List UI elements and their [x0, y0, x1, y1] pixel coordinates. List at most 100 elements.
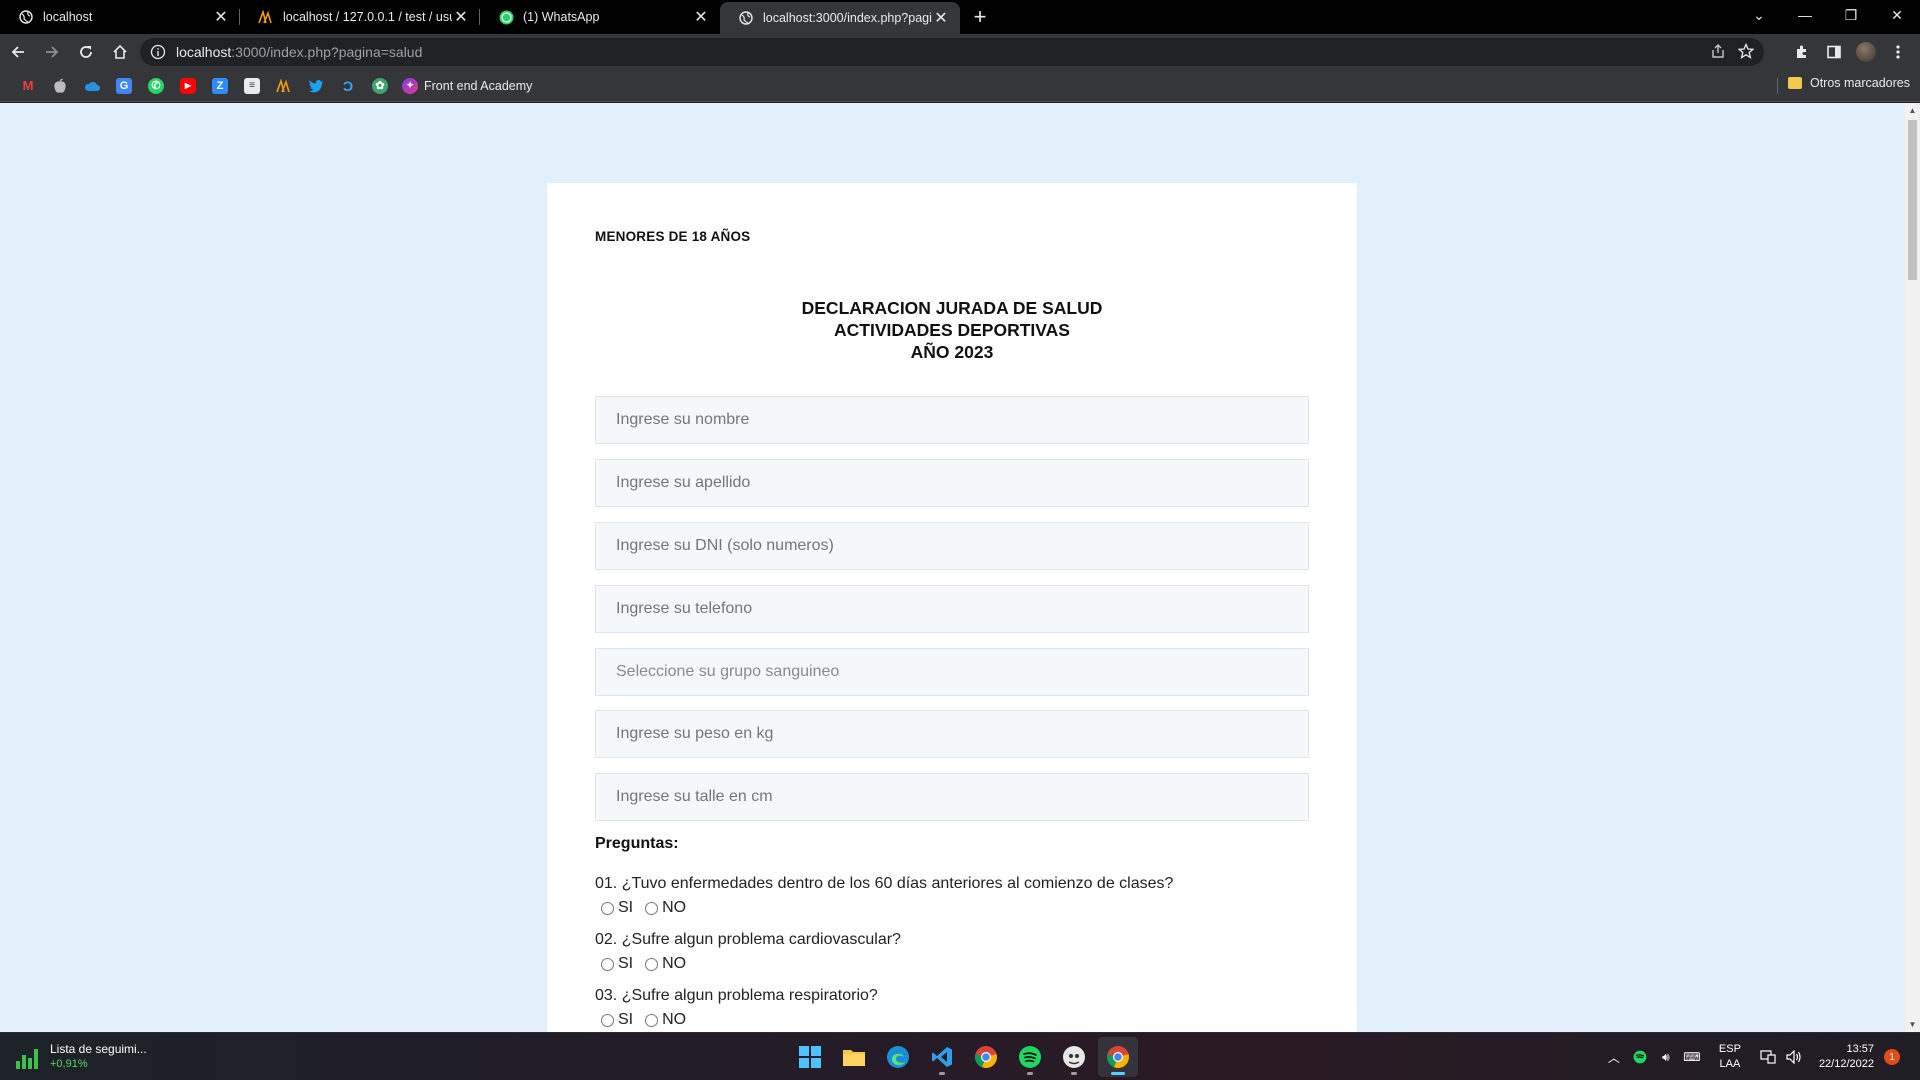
reload-button[interactable] [70, 36, 102, 68]
other-bookmarks[interactable]: Otros marcadores [1787, 76, 1910, 90]
clock-date: 22/12/2022 [1818, 1058, 1874, 1070]
minimize-button[interactable]: — [1782, 0, 1828, 30]
tab-phpmyadmin[interactable]: localhost / 127.0.0.1 / test / usuarios … [240, 0, 480, 34]
cloud-icon [84, 78, 100, 94]
tab-whatsapp[interactable]: (1) WhatsApp ✕ [480, 0, 720, 34]
z-icon: Z [212, 77, 228, 94]
window-controls: ⌄ — ❐ ✕ [1736, 0, 1920, 30]
question-02: 02. ¿Sufre algun problema cardiovascular… [595, 931, 901, 975]
menu-icon[interactable] [1882, 36, 1914, 68]
tab-salud[interactable]: localhost:3000/index.php?pagina=salud ✕ [720, 2, 960, 34]
taskbar-vscode[interactable] [922, 1037, 962, 1077]
radio-si[interactable] [601, 1013, 614, 1027]
home-button[interactable] [104, 36, 136, 68]
radio-no[interactable] [645, 1013, 659, 1027]
taskbar-chrome[interactable] [966, 1037, 1006, 1077]
radio-label-no: NO [662, 955, 687, 972]
bookmark-whatsapp[interactable]: ✆ [140, 72, 172, 100]
address-bar[interactable]: localhost:3000/index.php?pagina=salud [140, 38, 1764, 66]
bookmark-docs[interactable]: ≡ [236, 72, 268, 100]
close-icon[interactable]: ✕ [212, 8, 230, 26]
tab-localhost[interactable]: localhost ✕ [0, 0, 240, 34]
radio-label-si: SI [618, 899, 634, 916]
taskbar-apps [790, 1037, 1138, 1077]
radio-no[interactable] [645, 957, 659, 971]
telefono-input[interactable]: Ingrese su telefono [595, 585, 1309, 633]
leaf-globe-icon: ✿ [372, 77, 388, 94]
phpmyadmin-icon [258, 9, 274, 25]
page-subtitle: MENORES DE 18 AÑOS [595, 229, 751, 244]
form-card: MENORES DE 18 AÑOS DECLARACION JURADA DE… [547, 183, 1357, 1032]
taskbar-spotify[interactable] [1010, 1037, 1050, 1077]
taskbar-file-explorer[interactable] [834, 1037, 874, 1077]
browser-toolbar: localhost:3000/index.php?pagina=salud [0, 34, 1920, 70]
scroll-up-arrow-icon[interactable]: ▲ [1905, 103, 1920, 118]
radio-si[interactable] [601, 901, 614, 915]
radio-si[interactable] [601, 957, 614, 971]
share-icon[interactable] [1710, 43, 1726, 64]
bookmark-front-end-academy[interactable]: ✦ Front end Academy [396, 77, 538, 94]
chevron-up-icon[interactable]: ︿ [1603, 1049, 1625, 1066]
nombre-input[interactable]: Ingrese su nombre [595, 396, 1309, 444]
restore-button[interactable]: ❐ [1828, 0, 1874, 30]
bookmark-twitter[interactable] [300, 72, 332, 100]
globe-icon [738, 10, 754, 26]
scrollbar-thumb[interactable] [1908, 120, 1917, 280]
spotify-tray-icon[interactable] [1629, 1050, 1651, 1064]
bookmark-zoom[interactable]: Z [204, 72, 236, 100]
radio-label-no: NO [662, 899, 687, 916]
close-icon[interactable]: ✕ [692, 8, 710, 26]
stocks-widget[interactable]: Lista de seguimi... +0,91% [16, 1041, 147, 1072]
bookmark-d[interactable]: Ɔ [332, 72, 364, 100]
grupo-sanguineo-select[interactable]: Seleccione su grupo sanguineo [595, 648, 1309, 696]
network-icon[interactable] [1757, 1050, 1779, 1064]
volume-icon[interactable] [1783, 1050, 1805, 1064]
bookmark-star-icon[interactable] [1737, 42, 1755, 64]
bookmark-translate[interactable]: G [108, 72, 140, 100]
bookmark-onedrive[interactable] [76, 72, 108, 100]
back-button[interactable] [2, 36, 34, 68]
taskbar-chrome-active[interactable] [1098, 1037, 1138, 1077]
page-scrollbar[interactable]: ▲ ▼ [1905, 103, 1920, 1032]
apellido-input[interactable]: Ingrese su apellido [595, 459, 1309, 507]
side-panel-icon[interactable] [1818, 36, 1850, 68]
close-icon[interactable]: ✕ [452, 8, 470, 26]
bookmark-phpmyadmin[interactable] [268, 72, 300, 100]
extensions-icon[interactable] [1786, 36, 1818, 68]
language-indicator[interactable]: ESP LAA [1719, 1042, 1741, 1072]
bookmark-apple[interactable] [44, 72, 76, 100]
clock[interactable]: 13:57 22/12/2022 [1819, 1042, 1874, 1072]
radio-no[interactable] [645, 901, 659, 915]
bookmark-gmail[interactable]: M [12, 72, 44, 100]
gmail-icon: M [22, 78, 34, 93]
chrome-icon [1107, 1046, 1129, 1069]
bookmark-globe[interactable]: ✿ [364, 72, 396, 100]
taskbar-github-desktop[interactable] [1054, 1037, 1094, 1077]
bookmark-youtube[interactable]: ▶ [172, 72, 204, 100]
phpmyadmin-icon [276, 78, 292, 94]
notification-badge[interactable]: 1 [1884, 1049, 1900, 1065]
question-text: 02. ¿Sufre algun problema cardiovascular… [595, 931, 901, 948]
info-icon[interactable] [150, 44, 166, 60]
dni-input[interactable]: Ingrese su DNI (solo numeros) [595, 522, 1309, 570]
close-window-button[interactable]: ✕ [1874, 0, 1920, 30]
bookmarks-bar: M G ✆ ▶ Z ≡ Ɔ ✿ ✦ Front end Academy Otro… [0, 70, 1920, 102]
chrome-icon [975, 1046, 997, 1069]
forward-button[interactable] [36, 36, 68, 68]
new-tab-button[interactable]: + [964, 0, 996, 34]
taskbar-edge[interactable] [878, 1037, 918, 1077]
twitter-icon [308, 78, 324, 94]
avatar[interactable] [1850, 36, 1882, 68]
talle-input[interactable]: Ingrese su talle en cm [595, 773, 1309, 821]
close-icon[interactable]: ✕ [932, 9, 950, 27]
start-button[interactable] [790, 1037, 830, 1077]
edge-icon [887, 1046, 909, 1068]
question-options: SI NO [595, 953, 901, 975]
scroll-down-arrow-icon[interactable]: ▼ [1905, 1017, 1920, 1032]
whatsapp-icon [498, 9, 514, 25]
keyboard-icon[interactable]: ⌨ [1681, 1050, 1703, 1064]
d-icon: Ɔ [342, 77, 354, 94]
tab-search-icon[interactable]: ⌄ [1736, 0, 1782, 30]
peso-input[interactable]: Ingrese su peso en kg [595, 710, 1309, 758]
speaker-icon[interactable]: 🔊︎ [1655, 1050, 1677, 1065]
